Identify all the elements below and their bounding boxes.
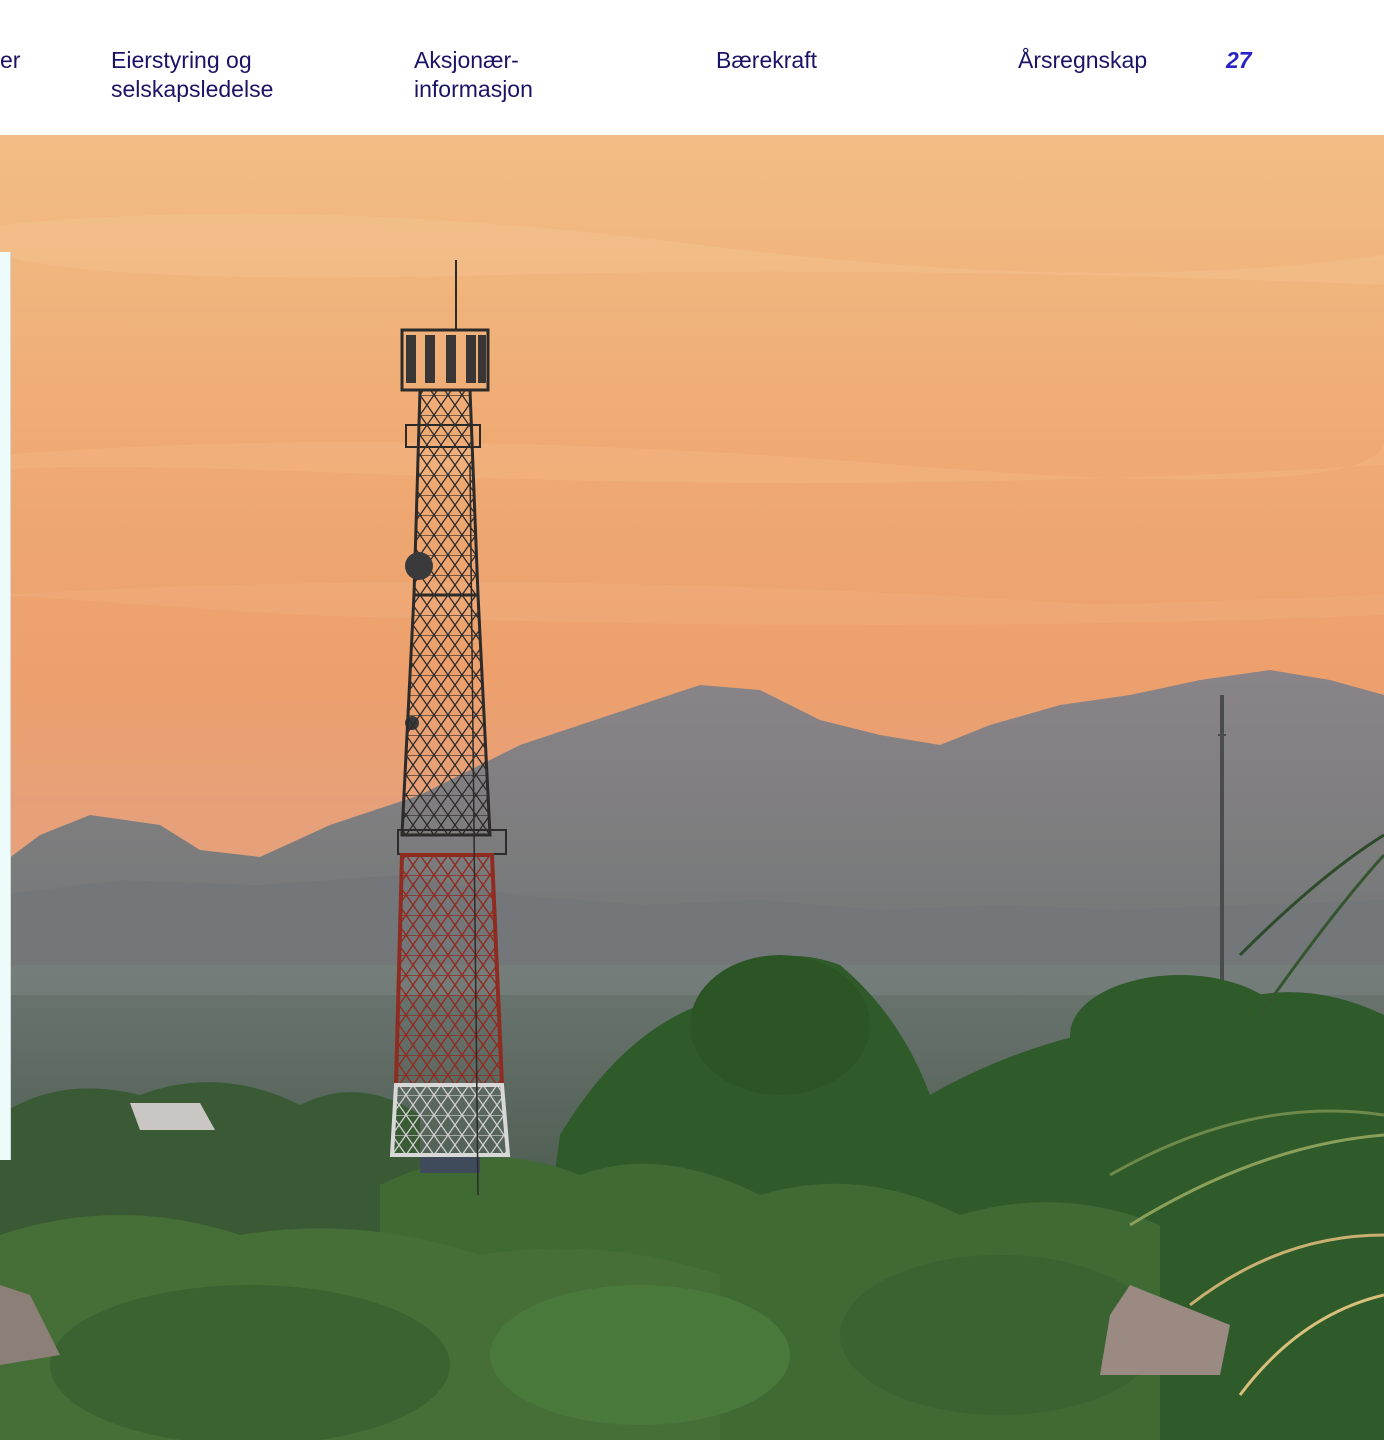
sunset-telecom-tower-image bbox=[0, 135, 1384, 1440]
nav-link-eierstyring[interactable]: Eierstyring og selskapsledelse bbox=[111, 46, 273, 104]
dish-antenna bbox=[405, 552, 433, 580]
nav-link-baerekraft[interactable]: Bærekraft bbox=[716, 46, 817, 75]
nav-link-label: Årsregnskap bbox=[1018, 47, 1148, 73]
nav-link-label-line2: selskapsledelse bbox=[111, 76, 274, 102]
nav-link-label: er bbox=[0, 47, 21, 73]
top-navigation: er Eierstyring og selskapsledelse Aksjon… bbox=[0, 0, 1384, 135]
nav-link-label-line1: Aksjonær- bbox=[414, 47, 519, 73]
page-number: 27 bbox=[1226, 47, 1252, 73]
nav-link-label: Bærekraft bbox=[716, 47, 817, 73]
nav-link-label-line1: Eierstyring og bbox=[111, 47, 252, 73]
nav-link-label-line2: informasjon bbox=[414, 76, 533, 102]
nav-link-previous-section[interactable]: er bbox=[0, 46, 20, 75]
side-panel bbox=[0, 252, 11, 1160]
nav-link-arsregnskap[interactable]: Årsregnskap bbox=[1018, 46, 1147, 75]
hero-photo bbox=[0, 135, 1384, 1440]
nav-link-aksjonaer[interactable]: Aksjonær- informasjon bbox=[414, 46, 533, 104]
